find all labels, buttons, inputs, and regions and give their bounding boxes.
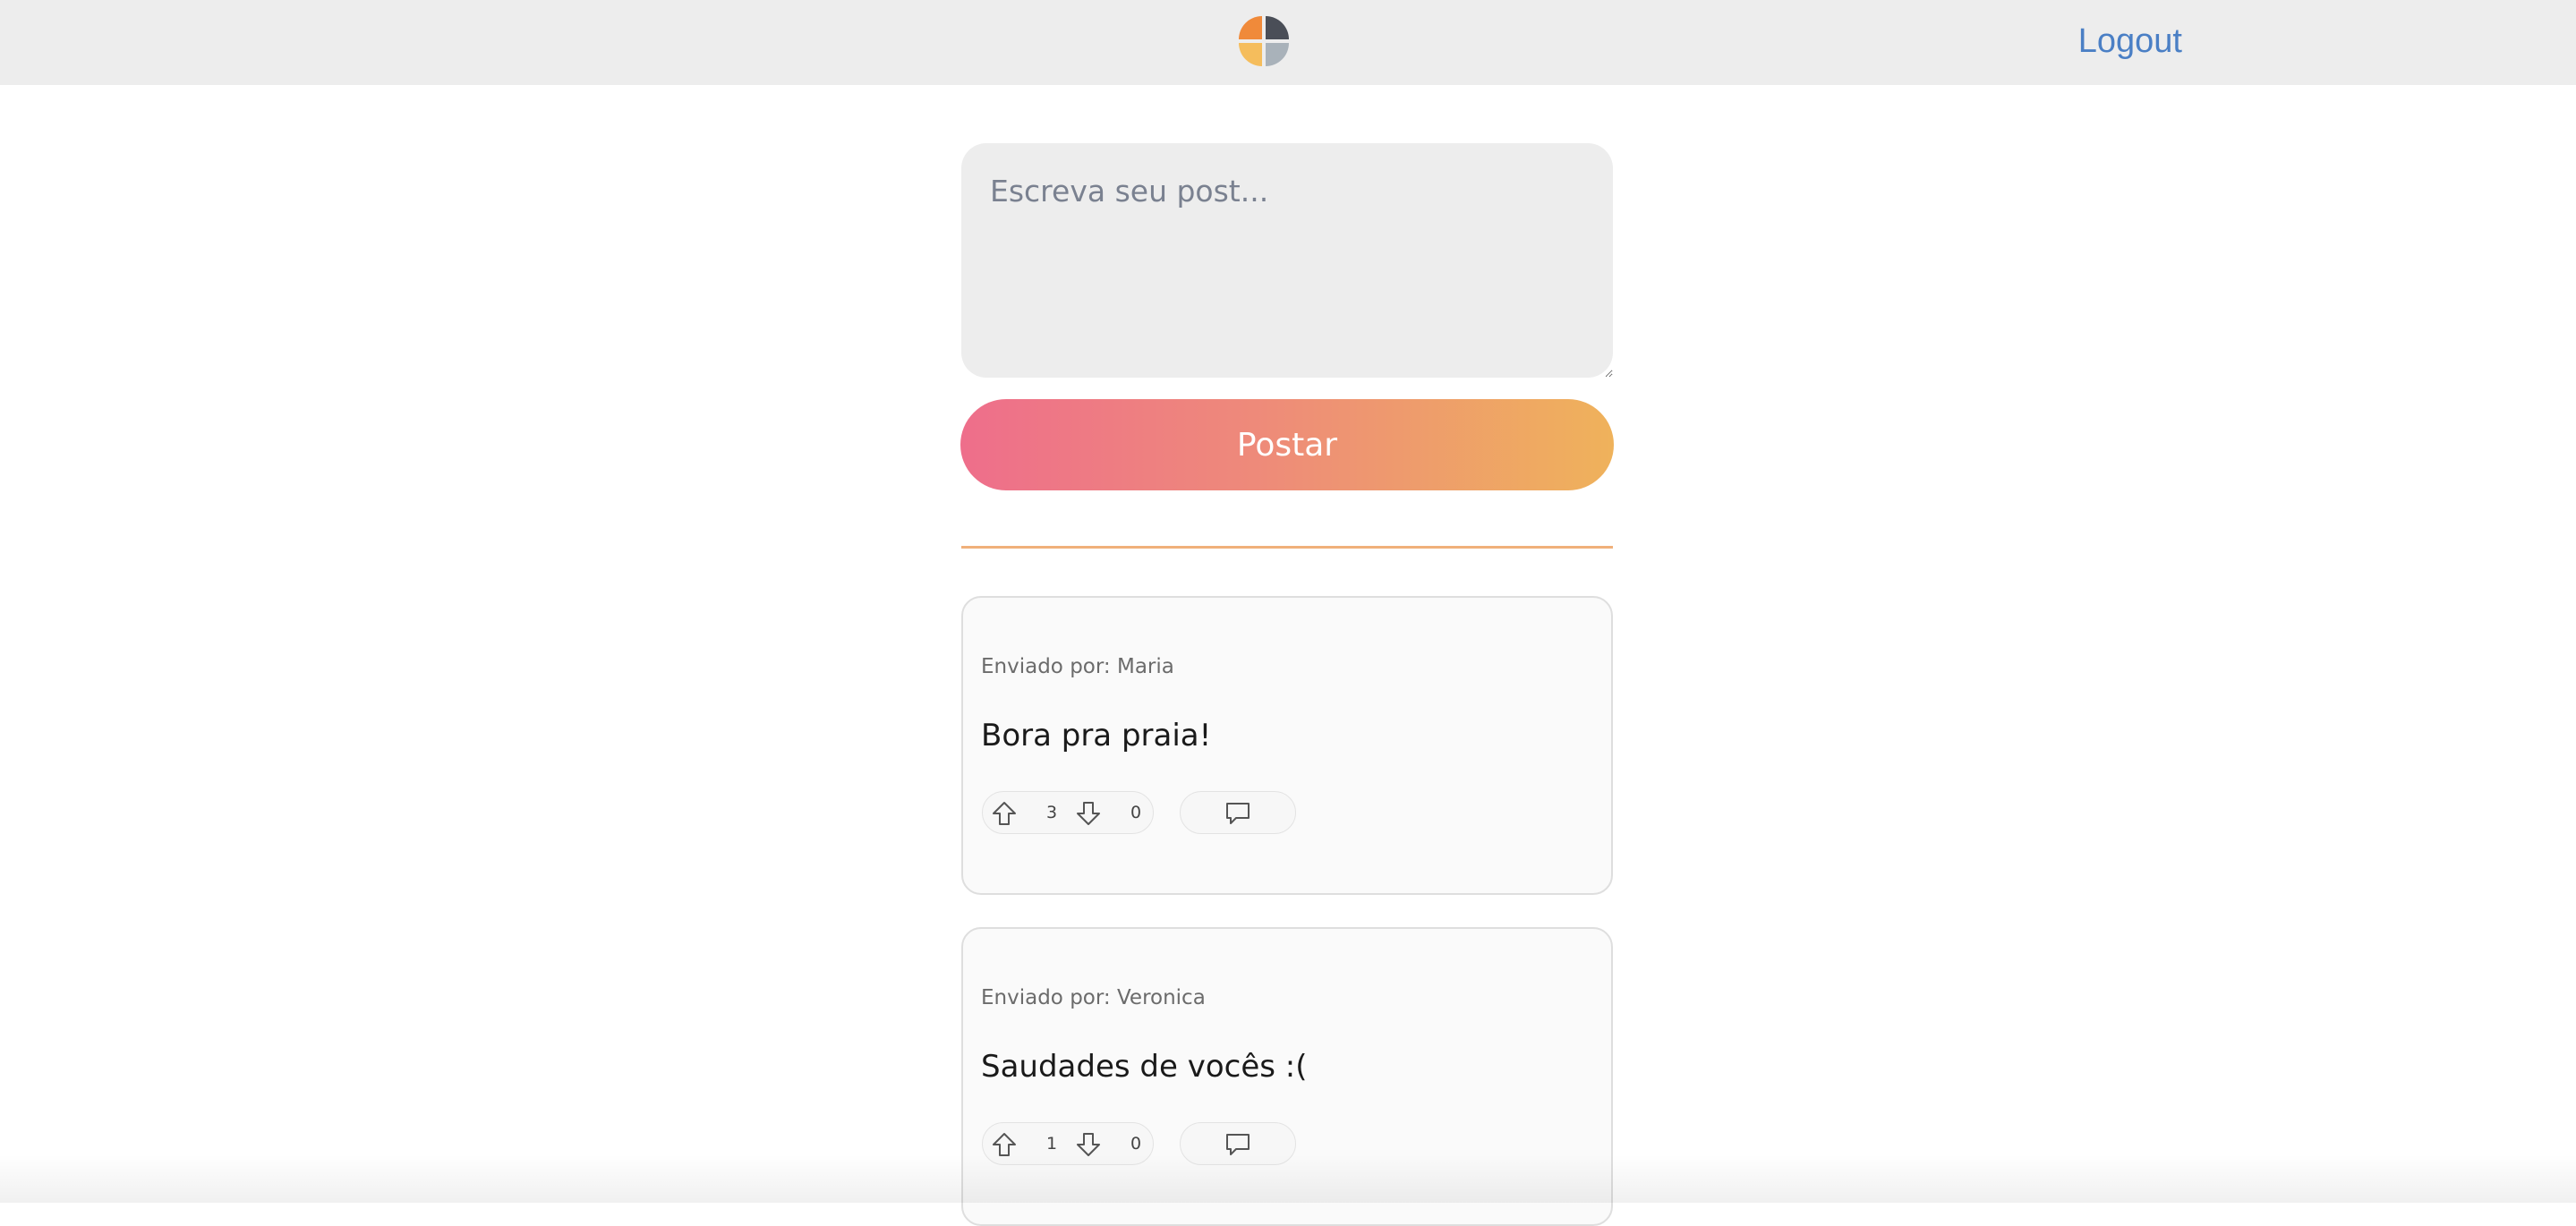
post-text: Saudades de vocês :( — [981, 1049, 1308, 1085]
divider — [961, 546, 1613, 549]
logout-link[interactable]: Logout — [2078, 18, 2182, 64]
post-author: Enviado por: Maria — [981, 655, 1174, 678]
brand-logo-icon[interactable] — [1237, 14, 1291, 68]
vote-group: 3 0 — [982, 791, 1154, 834]
post-text: Bora pra praia! — [981, 718, 1212, 753]
upvote-count: 3 — [1046, 803, 1058, 822]
comment-icon — [1226, 803, 1250, 824]
arrow-up-icon[interactable] — [990, 799, 1019, 828]
post-card: Enviado por: Maria Bora pra praia! 3 0 — [961, 596, 1613, 895]
arrow-down-icon[interactable] — [1074, 1130, 1103, 1159]
downvote-count: 0 — [1130, 803, 1142, 822]
comment-button[interactable] — [1180, 791, 1296, 834]
downvote-count: 0 — [1130, 1134, 1142, 1154]
vote-group: 1 0 — [982, 1122, 1154, 1165]
arrow-down-icon[interactable] — [1074, 799, 1103, 828]
post-card: Enviado por: Veronica Saudades de vocês … — [961, 927, 1613, 1226]
post-button[interactable]: Postar — [960, 399, 1614, 490]
post-input[interactable] — [961, 143, 1613, 378]
comment-button[interactable] — [1180, 1122, 1296, 1165]
post-author: Enviado por: Veronica — [981, 986, 1206, 1009]
top-bar: Logout — [0, 0, 2576, 85]
arrow-up-icon[interactable] — [990, 1130, 1019, 1159]
comment-icon — [1226, 1134, 1250, 1155]
upvote-count: 1 — [1046, 1134, 1058, 1154]
